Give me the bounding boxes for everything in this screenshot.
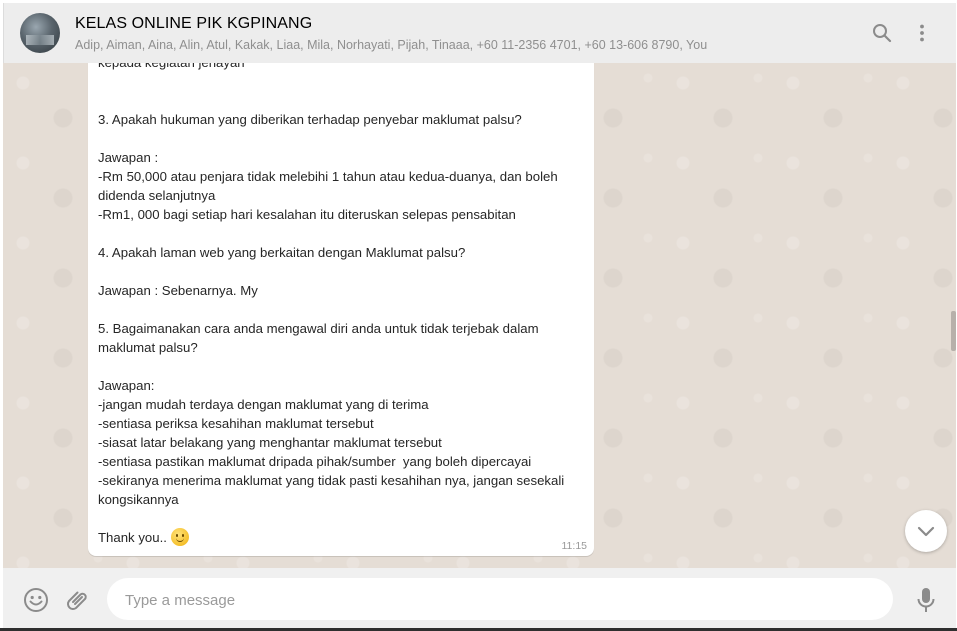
attach-icon[interactable]	[65, 587, 91, 618]
slightly-smiling-face-icon	[170, 528, 189, 546]
group-participants[interactable]: Adip, Aiman, Aina, Alin, Atul, Kakak, Li…	[75, 38, 835, 52]
message-text: kepada kegiatan jenayah 3. Apakah hukuma…	[98, 63, 578, 547]
compose-footer	[3, 568, 956, 628]
message-body: kepada kegiatan jenayah 3. Apakah hukuma…	[98, 63, 565, 507]
message-closing: Thank you..	[98, 530, 171, 545]
scrollbar-thumb[interactable]	[951, 311, 956, 351]
emoji-icon[interactable]	[23, 587, 49, 618]
message-composer[interactable]	[107, 578, 893, 622]
message-bubble[interactable]: kepada kegiatan jenayah 3. Apakah hukuma…	[88, 63, 594, 556]
chevron-down-icon	[917, 526, 935, 537]
group-title[interactable]: KELAS ONLINE PIK KGPINANG	[75, 15, 312, 33]
mic-icon[interactable]	[914, 586, 938, 619]
chat-header[interactable]: KELAS ONLINE PIK KGPINANG Adip, Aiman, A…	[3, 3, 956, 63]
group-avatar[interactable]	[20, 13, 60, 53]
scroll-down-button[interactable]	[905, 510, 947, 552]
conversation-panel[interactable]: kepada kegiatan jenayah 3. Apakah hukuma…	[3, 63, 956, 568]
message-timestamp: 11:15	[561, 540, 588, 552]
more-vert-icon[interactable]	[910, 21, 934, 45]
message-input[interactable]	[123, 578, 887, 622]
whatsapp-web-window: KELAS ONLINE PIK KGPINANG Adip, Aiman, A…	[3, 3, 956, 628]
search-icon[interactable]	[870, 21, 894, 45]
